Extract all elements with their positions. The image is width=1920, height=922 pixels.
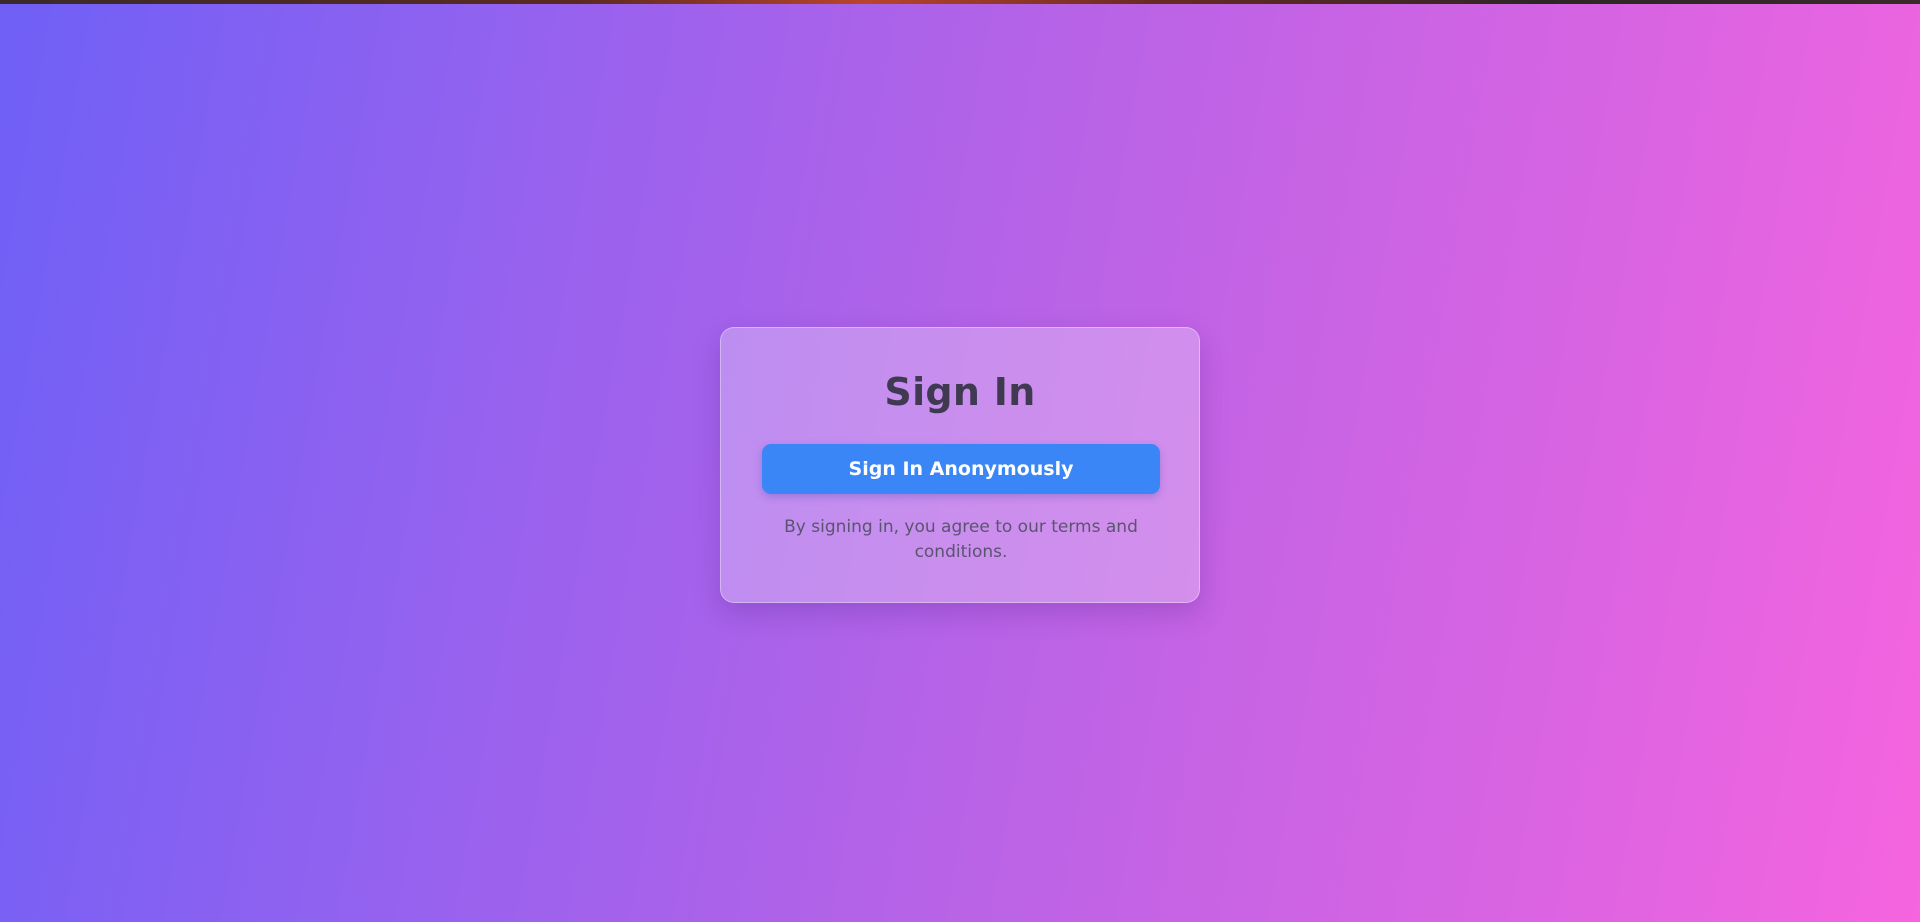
sign-in-anonymously-button[interactable]: Sign In Anonymously xyxy=(762,444,1160,494)
terms-notice: By signing in, you agree to our terms an… xyxy=(784,517,1138,562)
sign-in-title: Sign In xyxy=(884,370,1036,414)
sign-in-card: Sign In Sign In Anonymously By signing i… xyxy=(720,327,1200,603)
top-image-strip xyxy=(0,0,1920,4)
